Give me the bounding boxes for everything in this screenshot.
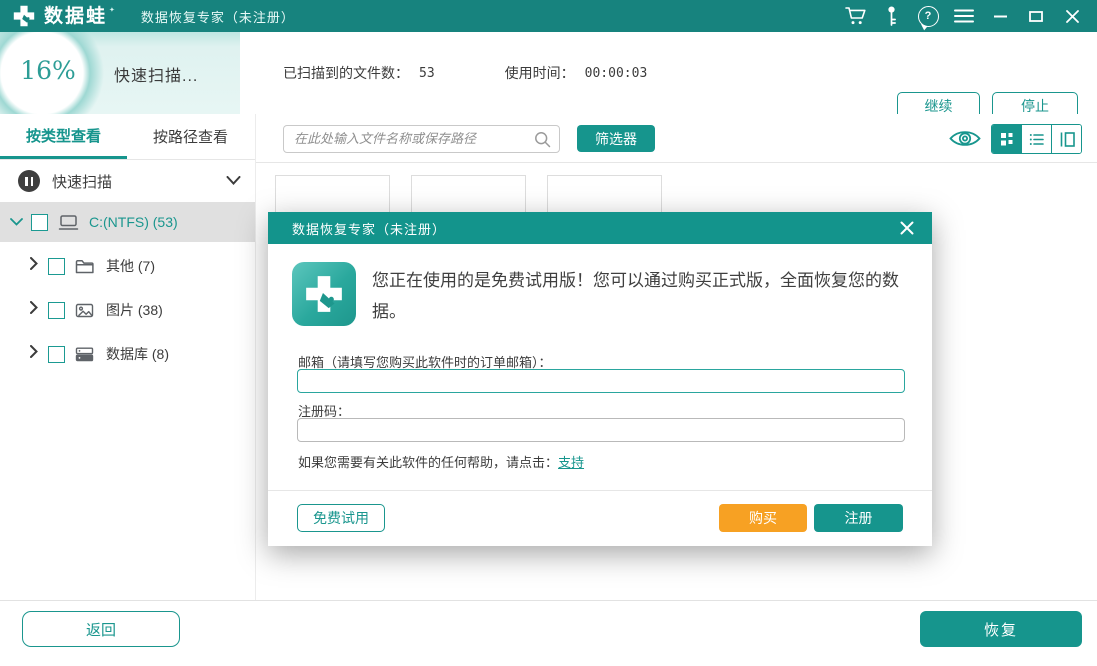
close-icon[interactable] — [1059, 3, 1085, 29]
results-toolbar: 筛选器 — [256, 114, 1097, 163]
chevron-right-icon[interactable] — [30, 301, 38, 319]
chevron-down-icon[interactable] — [10, 213, 23, 231]
chevron-down-icon[interactable] — [226, 172, 241, 190]
help-question-glyph: ? — [918, 6, 939, 27]
minimize-icon[interactable] — [987, 3, 1013, 29]
view-mode-switch — [991, 124, 1082, 154]
register-button[interactable]: 注册 — [814, 504, 903, 532]
bottom-bar: 返回 恢复 — [0, 600, 1097, 666]
database-checkbox[interactable] — [48, 346, 65, 363]
drive-c-label: C:(NTFS) (53) — [89, 214, 178, 230]
dialog-title: 数据恢复专家（未注册） — [292, 219, 446, 238]
files-scanned-count: 53 — [419, 66, 435, 81]
titlebar: 数据蛙 ✦ 数据恢复专家（未注册） ? — [0, 0, 1097, 32]
chevron-right-icon[interactable] — [30, 345, 38, 363]
drive-c-checkbox[interactable] — [31, 214, 48, 231]
email-field[interactable] — [297, 369, 905, 393]
frog-cross-logo-icon — [12, 4, 36, 28]
dialog-header: 数据恢复专家（未注册） — [268, 212, 932, 244]
dialog-footer-divider — [268, 490, 932, 491]
column-view-icon[interactable] — [1051, 125, 1081, 153]
search-box — [283, 125, 560, 153]
registration-dialog: 数据恢复专家（未注册） 您正在使用的是免费试用版！您可以通过购买正式版，全面恢复… — [268, 212, 932, 546]
tree-item-other[interactable]: 其他 (7) — [0, 246, 255, 286]
chevron-right-icon[interactable] — [30, 257, 38, 275]
scan-mode-row[interactable]: 快速扫描 — [0, 160, 255, 202]
other-label: 其他 (7) — [106, 256, 155, 276]
pause-icon[interactable] — [18, 170, 40, 192]
images-checkbox[interactable] — [48, 302, 65, 319]
tree-item-database[interactable]: 数据库 (8) — [0, 334, 255, 374]
menu-icon[interactable] — [951, 3, 977, 29]
back-button[interactable]: 返回 — [22, 611, 180, 647]
maximize-icon[interactable] — [1023, 3, 1049, 29]
eye-icon[interactable] — [948, 127, 982, 150]
support-link[interactable]: 支持 — [558, 455, 584, 470]
frog-cross-logo-icon — [292, 262, 356, 326]
images-label: 图片 (38) — [106, 300, 163, 320]
help-line: 如果您需要有关此软件的任何帮助，请点击：支持 — [298, 452, 584, 471]
recover-button[interactable]: 恢复 — [920, 611, 1082, 647]
progress-percent: 16% — [20, 56, 76, 85]
scan-progress-panel: 16% 快速扫描... — [0, 32, 240, 114]
files-scanned-label: 已扫描到的文件数： — [283, 63, 409, 83]
dialog-close-icon[interactable] — [900, 221, 914, 235]
key-icon[interactable] — [879, 3, 905, 29]
logo-text: 数据蛙 — [44, 7, 107, 26]
sidebar: 按类型查看 按路径查看 快速扫描 C:(NTFS) (53) — [0, 114, 256, 600]
register-code-field[interactable] — [297, 418, 905, 442]
tree-item-images[interactable]: 图片 (38) — [0, 290, 255, 330]
search-input[interactable] — [284, 132, 534, 147]
window-title: 数据恢复专家（未注册） — [141, 7, 295, 26]
help-text: 如果您需要有关此软件的任何帮助，请点击： — [298, 455, 558, 470]
filter-button[interactable]: 筛选器 — [577, 125, 655, 152]
database-icon — [75, 347, 94, 362]
elapsed-time-label: 使用时间： — [505, 63, 575, 83]
logo-sparkle-icon: ✦ — [109, 6, 115, 14]
list-view-icon[interactable] — [1021, 125, 1051, 153]
tab-view-by-type[interactable]: 按类型查看 — [0, 114, 127, 159]
other-checkbox[interactable] — [48, 258, 65, 275]
free-trial-button[interactable]: 免费试用 — [297, 504, 385, 532]
cart-icon[interactable] — [843, 3, 869, 29]
sidebar-tabs: 按类型查看 按路径查看 — [0, 114, 255, 160]
drive-icon — [58, 214, 79, 231]
elapsed-time-value: 00:00:03 — [585, 66, 648, 81]
help-icon[interactable]: ? — [915, 3, 941, 29]
scan-mode-label: 快速扫描 — [52, 171, 112, 192]
tab-view-by-path[interactable]: 按路径查看 — [127, 114, 254, 159]
grid-view-icon[interactable] — [992, 125, 1021, 153]
trial-message: 您正在使用的是免费试用版！您可以通过购买正式版，全面恢复您的数据。 — [372, 266, 908, 327]
buy-button[interactable]: 购买 — [719, 504, 807, 532]
scan-status-text: 快速扫描... — [114, 62, 198, 86]
database-label: 数据库 (8) — [106, 344, 169, 364]
image-icon — [75, 303, 94, 318]
app-logo: 数据蛙 ✦ — [0, 4, 115, 28]
tree-item-drive-c[interactable]: C:(NTFS) (53) — [0, 202, 255, 242]
scan-header: 16% 快速扫描... 已扫描到的文件数： 53 使用时间： 00:00:03 … — [0, 32, 1097, 115]
search-icon[interactable] — [534, 131, 559, 148]
folder-icon — [75, 259, 94, 274]
